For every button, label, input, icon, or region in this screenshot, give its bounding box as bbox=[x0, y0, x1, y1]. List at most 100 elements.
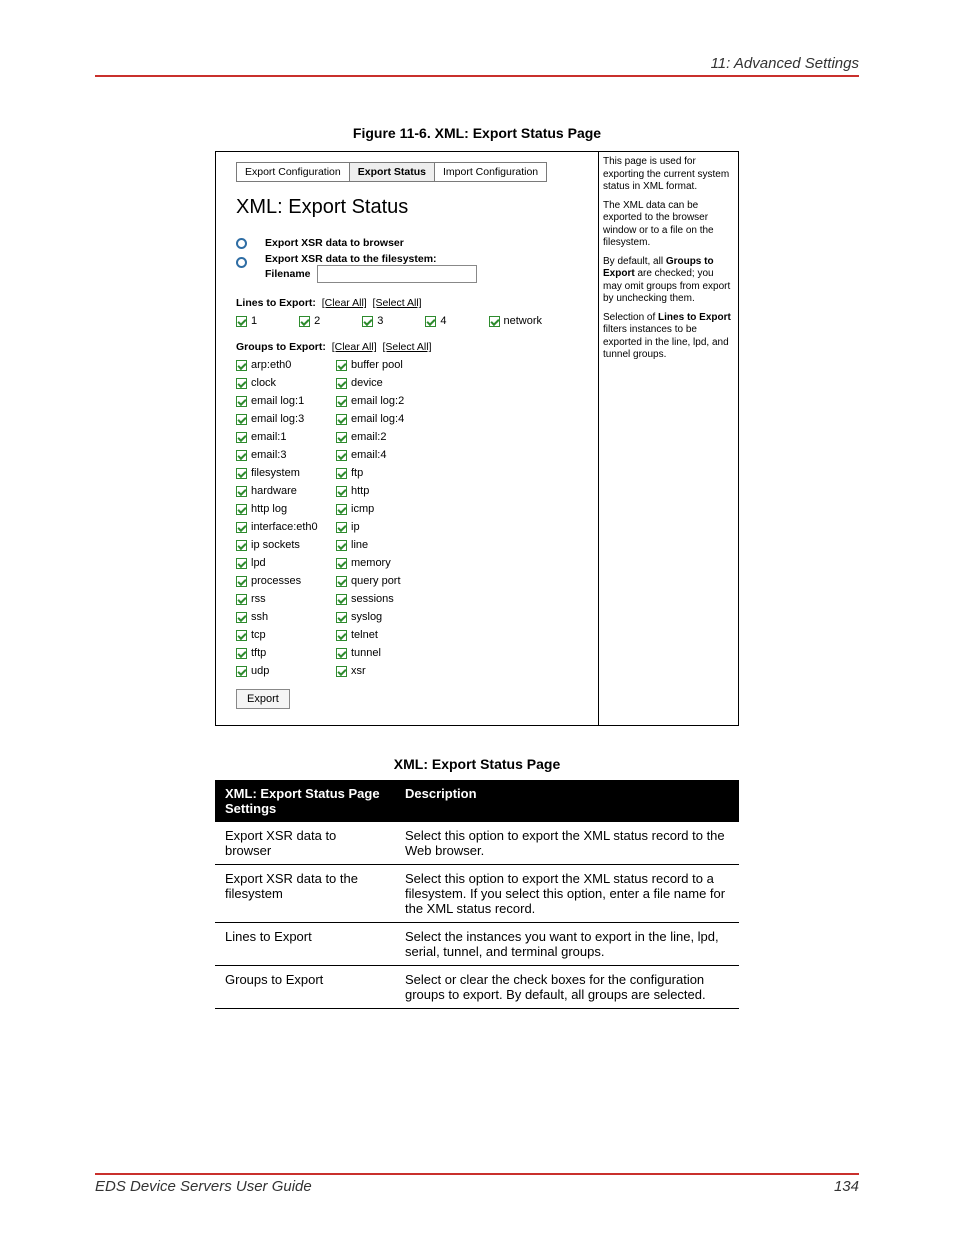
checkbox-icon[interactable] bbox=[236, 666, 247, 677]
group-checkbox[interactable]: tcp bbox=[236, 629, 336, 641]
group-checkbox[interactable]: ssh bbox=[236, 611, 336, 623]
radio-icon[interactable] bbox=[236, 238, 247, 249]
group-checkbox[interactable]: http bbox=[336, 485, 436, 497]
group-checkbox[interactable]: memory bbox=[336, 557, 436, 569]
group-checkbox[interactable]: filesystem bbox=[236, 467, 336, 479]
checkbox-icon[interactable] bbox=[236, 522, 247, 533]
checkbox-icon[interactable] bbox=[336, 630, 347, 641]
checkbox-icon[interactable] bbox=[336, 414, 347, 425]
group-checkbox[interactable]: telnet bbox=[336, 629, 436, 641]
group-checkbox[interactable]: rss bbox=[236, 593, 336, 605]
group-checkbox[interactable]: clock bbox=[236, 377, 336, 389]
group-label: query port bbox=[351, 575, 401, 587]
lines-select-all-link[interactable]: [Select All] bbox=[373, 297, 422, 309]
checkbox-icon[interactable] bbox=[236, 468, 247, 479]
group-checkbox[interactable]: ip bbox=[336, 521, 436, 533]
checkbox-icon[interactable] bbox=[336, 648, 347, 659]
checkbox-icon[interactable] bbox=[236, 540, 247, 551]
checkbox-icon[interactable] bbox=[236, 486, 247, 497]
group-checkbox[interactable]: email log:2 bbox=[336, 395, 436, 407]
checkbox-icon[interactable] bbox=[336, 378, 347, 389]
group-checkbox[interactable]: hardware bbox=[236, 485, 336, 497]
checkbox-icon[interactable] bbox=[336, 504, 347, 515]
group-label: udp bbox=[251, 665, 269, 677]
group-checkbox[interactable]: lpd bbox=[236, 557, 336, 569]
checkbox-icon[interactable] bbox=[236, 594, 247, 605]
group-checkbox[interactable]: email:4 bbox=[336, 449, 436, 461]
group-checkbox[interactable]: device bbox=[336, 377, 436, 389]
checkbox-icon[interactable] bbox=[236, 360, 247, 371]
checkbox-icon[interactable] bbox=[336, 486, 347, 497]
checkbox-icon[interactable] bbox=[236, 576, 247, 587]
checkbox-icon[interactable] bbox=[299, 316, 310, 327]
group-label: ip bbox=[351, 521, 360, 533]
checkbox-icon[interactable] bbox=[236, 316, 247, 327]
group-checkbox[interactable]: email:1 bbox=[236, 431, 336, 443]
tab-import-configuration[interactable]: Import Configuration bbox=[434, 162, 547, 182]
groups-select-all-link[interactable]: [Select All] bbox=[382, 341, 431, 353]
checkbox-icon[interactable] bbox=[336, 558, 347, 569]
tab-export-status[interactable]: Export Status bbox=[349, 162, 435, 182]
group-checkbox[interactable]: interface:eth0 bbox=[236, 521, 336, 533]
checkbox-icon[interactable] bbox=[336, 468, 347, 479]
group-checkbox[interactable]: processes bbox=[236, 575, 336, 587]
line-checkbox[interactable]: 1 bbox=[236, 315, 257, 327]
group-checkbox[interactable]: tunnel bbox=[336, 647, 436, 659]
group-checkbox[interactable]: email:3 bbox=[236, 449, 336, 461]
groups-clear-all-link[interactable]: [Clear All] bbox=[332, 341, 377, 353]
line-checkbox[interactable]: 2 bbox=[299, 315, 320, 327]
export-button[interactable]: Export bbox=[236, 689, 290, 709]
group-checkbox[interactable]: email log:4 bbox=[336, 413, 436, 425]
checkbox-icon[interactable] bbox=[336, 540, 347, 551]
checkbox-icon[interactable] bbox=[336, 522, 347, 533]
group-checkbox[interactable]: buffer pool bbox=[336, 359, 436, 371]
group-checkbox[interactable]: email log:1 bbox=[236, 395, 336, 407]
checkbox-icon[interactable] bbox=[336, 576, 347, 587]
group-checkbox[interactable]: query port bbox=[336, 575, 436, 587]
checkbox-icon[interactable] bbox=[236, 396, 247, 407]
checkbox-icon[interactable] bbox=[236, 558, 247, 569]
radio-export-fs-row[interactable]: Export XSR data to the filesystem: Filen… bbox=[236, 253, 586, 283]
group-checkbox[interactable]: udp bbox=[236, 665, 336, 677]
checkbox-icon[interactable] bbox=[236, 432, 247, 443]
radio-export-browser-row[interactable]: Export XSR data to browser bbox=[236, 237, 586, 249]
group-checkbox[interactable]: http log bbox=[236, 503, 336, 515]
radio-icon[interactable] bbox=[236, 257, 247, 268]
group-checkbox[interactable]: line bbox=[336, 539, 436, 551]
group-checkbox[interactable]: syslog bbox=[336, 611, 436, 623]
group-checkbox[interactable]: sessions bbox=[336, 593, 436, 605]
checkbox-icon[interactable] bbox=[362, 316, 373, 327]
group-checkbox[interactable]: tftp bbox=[236, 647, 336, 659]
checkbox-icon[interactable] bbox=[336, 360, 347, 371]
tab-export-configuration[interactable]: Export Configuration bbox=[236, 162, 350, 182]
checkbox-icon[interactable] bbox=[236, 630, 247, 641]
checkbox-icon[interactable] bbox=[236, 648, 247, 659]
checkbox-icon[interactable] bbox=[336, 450, 347, 461]
checkbox-icon[interactable] bbox=[489, 316, 500, 327]
group-checkbox[interactable]: xsr bbox=[336, 665, 436, 677]
checkbox-icon[interactable] bbox=[236, 612, 247, 623]
group-checkbox[interactable]: arp:eth0 bbox=[236, 359, 336, 371]
checkbox-icon[interactable] bbox=[236, 504, 247, 515]
checkbox-icon[interactable] bbox=[236, 450, 247, 461]
group-checkbox[interactable]: ip sockets bbox=[236, 539, 336, 551]
lines-clear-all-link[interactable]: [Clear All] bbox=[322, 297, 367, 309]
checkbox-icon[interactable] bbox=[425, 316, 436, 327]
line-checkbox[interactable]: 4 bbox=[425, 315, 446, 327]
line-checkbox[interactable]: 3 bbox=[362, 315, 383, 327]
group-checkbox[interactable]: ftp bbox=[336, 467, 436, 479]
group-checkbox[interactable]: icmp bbox=[336, 503, 436, 515]
line-checkbox[interactable]: network bbox=[489, 315, 543, 327]
group-checkbox[interactable]: email:2 bbox=[336, 431, 436, 443]
checkbox-icon[interactable] bbox=[336, 666, 347, 677]
checkbox-icon[interactable] bbox=[336, 432, 347, 443]
group-checkbox[interactable]: email log:3 bbox=[236, 413, 336, 425]
group-label: telnet bbox=[351, 629, 378, 641]
checkbox-icon[interactable] bbox=[336, 594, 347, 605]
filename-input[interactable] bbox=[317, 265, 477, 283]
group-label: ssh bbox=[251, 611, 268, 623]
checkbox-icon[interactable] bbox=[336, 612, 347, 623]
checkbox-icon[interactable] bbox=[336, 396, 347, 407]
checkbox-icon[interactable] bbox=[236, 378, 247, 389]
checkbox-icon[interactable] bbox=[236, 414, 247, 425]
